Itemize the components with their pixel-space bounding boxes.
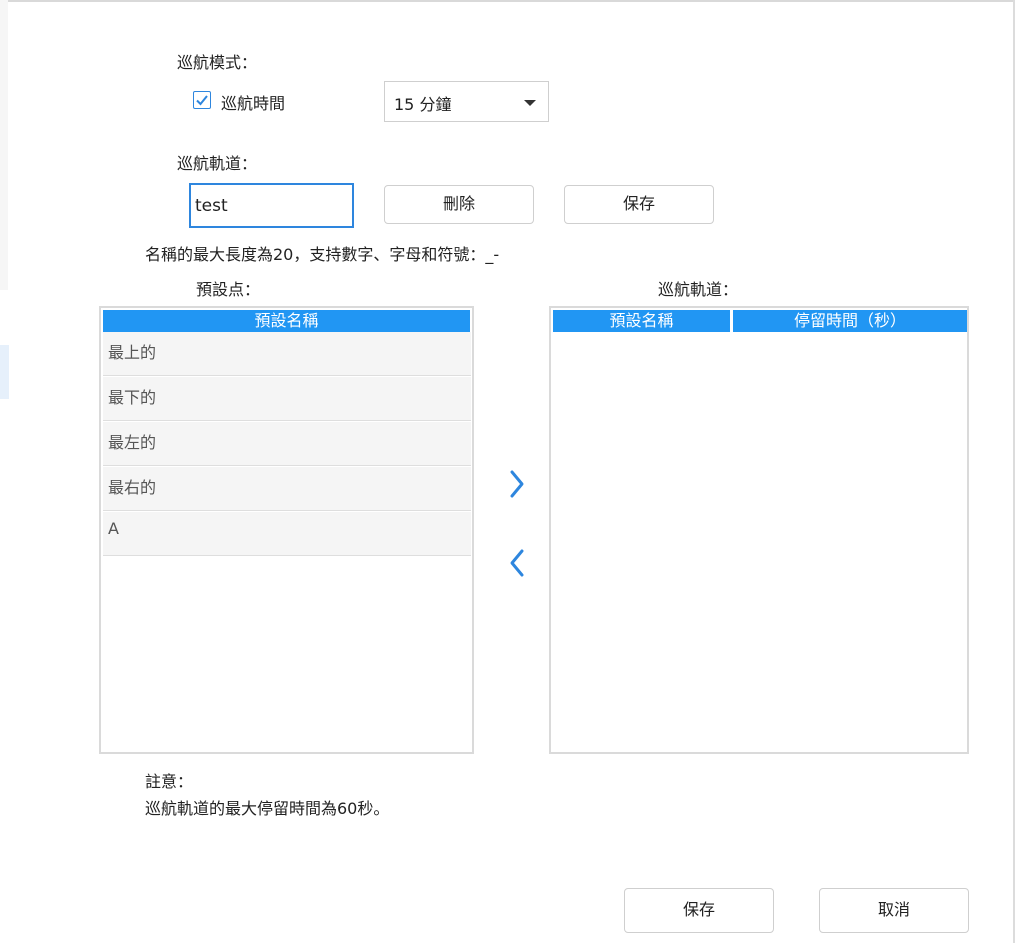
left-edge: [0, 0, 8, 290]
track-column-preset-name: 預設名稱: [553, 310, 730, 332]
preset-row[interactable]: 最右的: [103, 467, 471, 511]
cruise-time-select[interactable]: 15 分鐘: [384, 81, 549, 122]
track-name-hint: 名稱的最大長度為20，支持數字、字母和符號：_-: [145, 245, 500, 264]
presets-title: 預設点：: [196, 280, 261, 299]
track-column-dwell-time: 停留時間（秒）: [733, 310, 967, 332]
track-name-input[interactable]: [189, 183, 354, 228]
left-selection-marker: [0, 345, 9, 399]
note-title: 註意：: [145, 772, 194, 791]
preset-row[interactable]: 最左的: [103, 422, 471, 466]
caret-down-icon: [524, 100, 536, 106]
cancel-button[interactable]: 取消: [819, 888, 969, 933]
save-track-button[interactable]: 保存: [564, 185, 714, 224]
chevron-left-icon[interactable]: [506, 547, 528, 579]
preset-row[interactable]: A: [103, 512, 471, 556]
checkmark-icon: [196, 95, 208, 106]
chevron-right-icon[interactable]: [506, 468, 528, 500]
save-button[interactable]: 保存: [624, 888, 774, 933]
delete-track-button[interactable]: 刪除: [384, 185, 534, 224]
preset-row[interactable]: 最下的: [103, 377, 471, 421]
cruise-mode-label: 巡航模式：: [177, 53, 258, 72]
cruise-time-checkbox[interactable]: [193, 91, 211, 109]
cruise-track-title: 巡航軌道：: [658, 280, 739, 299]
cruise-track-table: 預設名稱 停留時間（秒）: [549, 306, 969, 754]
cruise-time-label: 巡航時間: [221, 94, 286, 113]
top-border: [0, 0, 1015, 2]
cruise-time-value: 15 分鐘: [394, 95, 452, 114]
presets-table: 預設名稱 最上的 最下的 最左的 最右的 A: [99, 306, 474, 754]
preset-row[interactable]: 最上的: [103, 332, 471, 376]
presets-column-header: 預設名稱: [103, 310, 470, 332]
note-text: 巡航軌道的最大停留時間為60秒。: [145, 799, 390, 818]
cruise-track-label: 巡航軌道：: [177, 154, 258, 173]
